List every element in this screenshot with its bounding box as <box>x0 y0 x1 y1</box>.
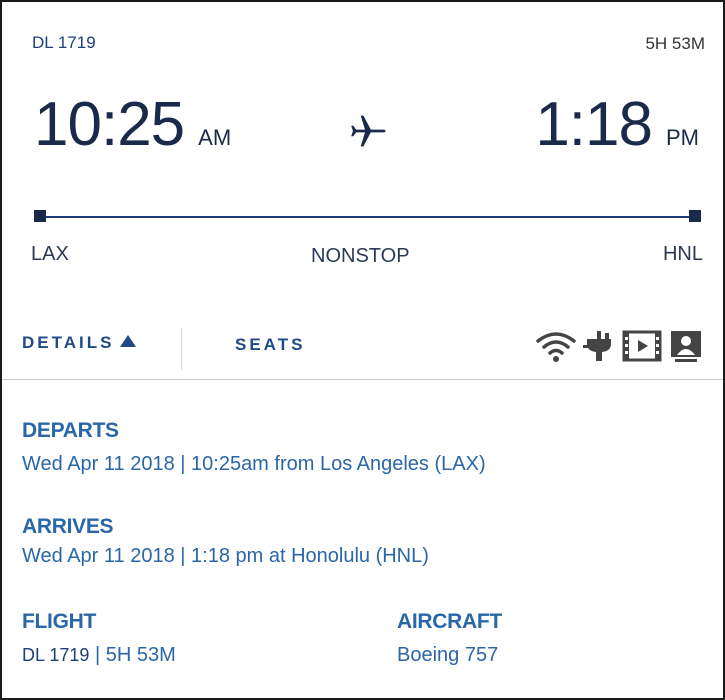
flight-duration: 5H 53M <box>645 34 705 53</box>
airplane-icon <box>351 115 386 147</box>
flight-duration-detail: 5H 53M <box>105 644 176 666</box>
departure-ampm: AM <box>198 125 232 150</box>
tab-details-label: DETAILS <box>22 333 115 352</box>
departs-label: DEPARTS <box>22 419 119 442</box>
tab-seats[interactable]: SEATS <box>235 335 305 355</box>
flight-label: FLIGHT <box>22 610 97 633</box>
route-line <box>39 216 696 218</box>
stops-label: NONSTOP <box>311 245 410 267</box>
destination-airport-code: HNL <box>662 243 703 265</box>
video-icon <box>622 330 662 362</box>
arrival-ampm: PM <box>666 125 699 150</box>
personal-screen-icon <box>671 331 701 362</box>
arrival-time-value: 1:18 <box>535 90 653 159</box>
collapse-arrow-icon <box>120 335 137 347</box>
tab-seats-label: SEATS <box>235 335 306 354</box>
arrives-value: Wed Apr 11 2018 | 1:18 pm at Honolulu (H… <box>22 545 429 567</box>
departs-value: Wed Apr 11 2018 | 10:25am from Los Angel… <box>22 453 486 475</box>
aircraft-value: Boeing 757 <box>397 644 499 666</box>
flight-number-link[interactable]: DL 1719 <box>22 645 89 665</box>
arrival-time: 1:18 PM <box>535 94 699 156</box>
flight-number[interactable]: DL 1719 <box>32 33 96 53</box>
tab-divider <box>181 328 182 370</box>
tab-details[interactable]: DETAILS <box>22 333 137 353</box>
flight-separator: | <box>89 644 106 666</box>
destination-marker <box>689 210 701 222</box>
section-divider <box>2 379 723 380</box>
aircraft-label: AIRCRAFT <box>397 610 502 633</box>
wifi-icon <box>536 332 576 362</box>
departure-time: 10:25 AM <box>34 94 231 156</box>
flight-value: DL 1719 | 5H 53M <box>22 644 176 667</box>
flight-card: DL 1719 5H 53M 10:25 AM 1:18 PM LAX NONSTO… <box>0 0 725 700</box>
arrives-label: ARRIVES <box>22 515 114 538</box>
origin-airport-code: LAX <box>31 243 69 265</box>
departure-time-value: 10:25 <box>34 90 185 159</box>
origin-marker <box>34 210 46 222</box>
power-outlet-icon <box>583 331 611 361</box>
